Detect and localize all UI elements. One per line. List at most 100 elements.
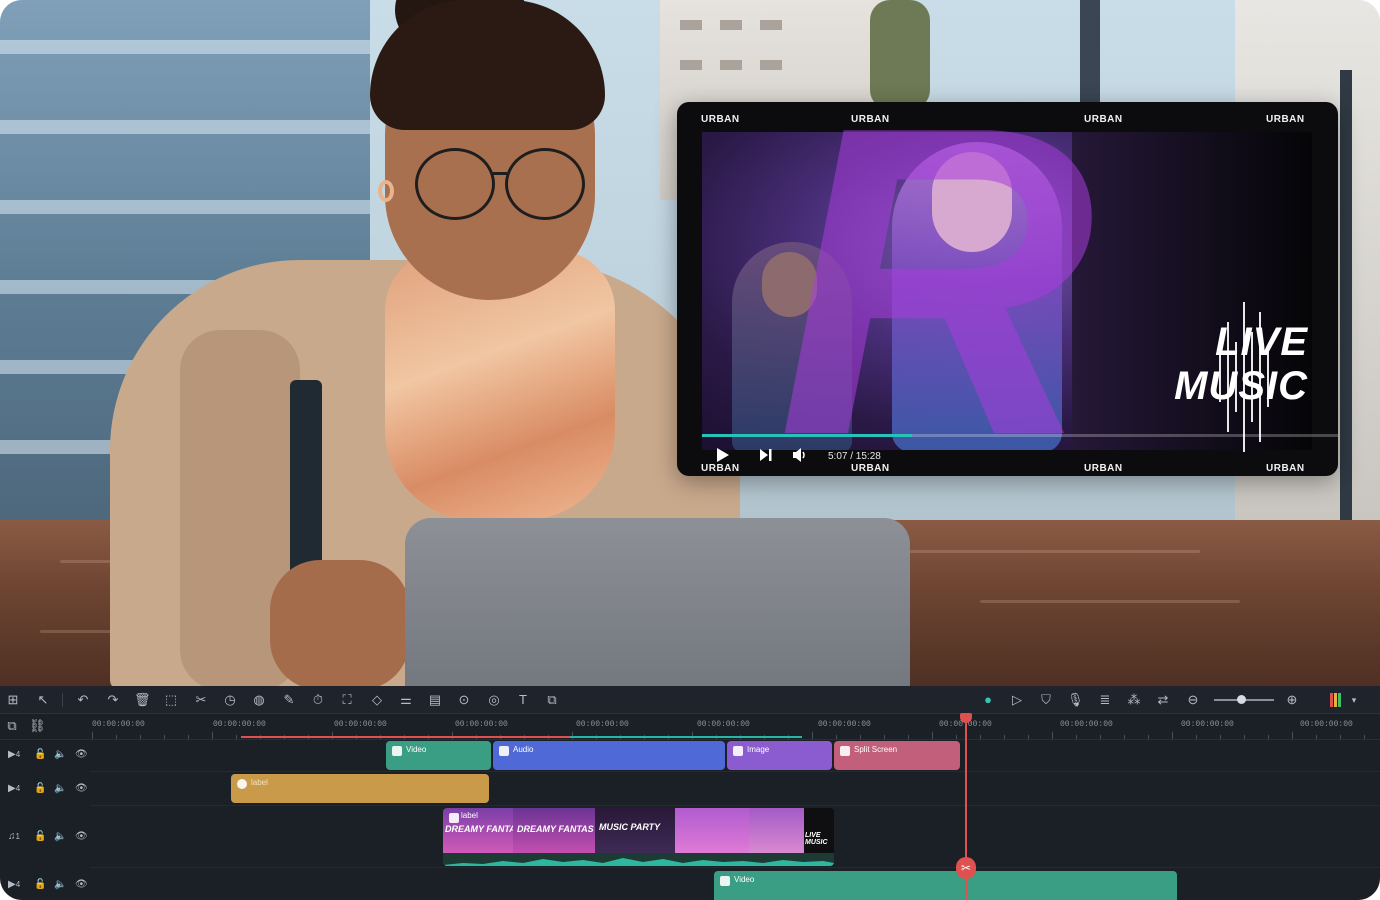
adjust-icon[interactable]: ⚌ xyxy=(398,692,414,708)
ruler-label: 00:00:00:00 xyxy=(1300,720,1353,729)
sticker-clip-icon xyxy=(237,779,247,789)
ruler-label: 00:00:00:00 xyxy=(576,720,629,729)
lock-icon[interactable]: 🔓 xyxy=(34,831,46,843)
zoom-in-icon[interactable]: ⊕ xyxy=(1284,692,1300,708)
volume-icon[interactable] xyxy=(792,448,808,462)
keyframe-icon[interactable]: ◇ xyxy=(369,692,385,708)
laptop xyxy=(405,518,910,693)
video-clip-icon xyxy=(392,746,402,756)
timeline-toolbar: ⊞ ↖ ↶ ↷ 🗑 ⬚ ✂ ◷ ◍ ✎ ⏱ ⛶ ◇ ⚌ ▤ ⊙ ◎ T ⧉ ● … xyxy=(0,686,1380,714)
speaker-icon[interactable]: 🔈 xyxy=(54,831,66,843)
select-tool-icon[interactable]: ↖ xyxy=(35,692,51,708)
clip-video-bottom[interactable]: Video xyxy=(714,871,1177,900)
ruler-label: 00:00:00:00 xyxy=(334,720,387,729)
text-icon[interactable]: T xyxy=(515,692,531,708)
play-icon[interactable] xyxy=(715,447,731,463)
thumbnail xyxy=(675,808,749,853)
speed-icon[interactable]: ◷ xyxy=(222,692,238,708)
mic-icon[interactable]: 🎙 xyxy=(1067,692,1084,708)
redo-icon[interactable]: ↷ xyxy=(105,692,121,708)
headline-line1: LIVE xyxy=(1215,320,1308,364)
snap-icon[interactable]: ⁂ xyxy=(1126,692,1142,708)
zoom-slider-knob[interactable] xyxy=(1237,695,1246,704)
clip-video[interactable]: Video xyxy=(386,741,491,770)
headline-line2: MUSIC xyxy=(1174,364,1308,408)
add-track-icon[interactable]: ⧉ xyxy=(4,718,20,734)
video-clip-icon xyxy=(720,876,730,886)
brand-text: URBAN xyxy=(1084,463,1123,474)
brand-text: URBAN xyxy=(851,463,890,474)
scissors-icon[interactable]: ✂ xyxy=(956,857,976,879)
track-header-3: ♫1 🔓 🔈 👁 xyxy=(0,823,90,853)
video-player[interactable]: URBAN URBAN URBAN URBAN R LIVE MUSIC 5:0… xyxy=(677,102,1338,476)
split-screen-clip-icon xyxy=(840,746,850,756)
audio-list-icon[interactable]: ≣ xyxy=(1097,692,1113,708)
clip-label-track[interactable]: label xyxy=(231,774,489,803)
color-icon[interactable]: ◍ xyxy=(251,692,267,708)
lock-icon[interactable]: 🔓 xyxy=(34,749,46,761)
speaker-icon[interactable]: 🔈 xyxy=(54,783,66,795)
earring xyxy=(378,180,394,202)
skip-next-icon[interactable] xyxy=(758,448,774,462)
ai-text-icon[interactable]: ⧉ xyxy=(544,692,560,708)
video-track-icon: ▶4 xyxy=(8,749,21,760)
audio-track-icon: ♫1 xyxy=(8,831,20,842)
thumbnail: DREAMY FANTAS xyxy=(513,808,595,853)
clip-split-screen[interactable]: Split Screen xyxy=(834,741,960,770)
link-icon[interactable]: ⛓ xyxy=(29,718,46,734)
video-track-icon: ▶4 xyxy=(8,783,21,794)
edit-icon[interactable]: ✎ xyxy=(281,692,297,708)
stabilize-icon[interactable]: ◎ xyxy=(486,692,502,708)
progress-fill xyxy=(702,434,912,437)
replace-icon[interactable]: ⇄ xyxy=(1155,692,1171,708)
track-header-1: ▶4 🔓 🔈 👁 xyxy=(0,741,90,771)
play-range-icon[interactable]: ▷ xyxy=(1009,692,1025,708)
audio-waveform xyxy=(443,853,834,866)
ruler-label: 00:00:00:00 xyxy=(1060,720,1113,729)
thumbnail: MUSIC PARTY xyxy=(595,808,675,853)
timer-icon[interactable]: ⏱ xyxy=(310,692,326,708)
shield-icon[interactable]: ⛉ xyxy=(1038,692,1054,708)
speaker-icon[interactable]: 🔈 xyxy=(54,879,66,891)
ruler-label: 00:00:00:00 xyxy=(818,720,871,729)
live-music-title: LIVE MUSIC xyxy=(1174,320,1308,408)
clip-label: Split Screen xyxy=(854,745,898,754)
image-clip-icon xyxy=(733,746,743,756)
thumbnail: LIVE MUSIC xyxy=(804,808,834,853)
clip-label: label xyxy=(251,778,268,787)
ruler-label: 00:00:00:00 xyxy=(697,720,750,729)
speaker-icon[interactable]: 🔈 xyxy=(54,749,66,761)
eye-icon[interactable]: 👁 xyxy=(75,749,88,761)
layout-icon[interactable]: ⊞ xyxy=(5,692,21,708)
clip-filmstrip[interactable]: DREAMY FANTAS DREAMY FANTAS MUSIC PARTY … xyxy=(443,808,834,866)
thumbnail xyxy=(749,808,804,853)
brand-text: URBAN xyxy=(701,114,740,125)
ruler-label: 00:00:00:00 xyxy=(1181,720,1234,729)
brand-text: URBAN xyxy=(1266,114,1305,125)
clip-label: Audio xyxy=(513,745,534,754)
more-icon[interactable]: ▾ xyxy=(1346,692,1362,708)
eye-icon[interactable]: 👁 xyxy=(75,783,88,795)
progress-bar[interactable] xyxy=(702,434,1338,437)
render-icon[interactable]: ● xyxy=(980,692,996,708)
ruler-label: 00:00:00:00 xyxy=(213,720,266,729)
clip-image[interactable]: Image xyxy=(727,741,832,770)
split-audio-icon[interactable]: ▤ xyxy=(427,692,443,708)
auto-icon[interactable]: ⊙ xyxy=(456,692,472,708)
lock-icon[interactable]: 🔓 xyxy=(34,783,46,795)
eye-icon[interactable]: 👁 xyxy=(75,879,88,891)
lock-icon[interactable]: 🔓 xyxy=(34,879,46,891)
zoom-out-icon[interactable]: ⊖ xyxy=(1185,692,1201,708)
eye-icon[interactable]: 👁 xyxy=(75,831,88,843)
clip-label: Video xyxy=(406,745,427,754)
fit-icon[interactable]: ⛶ xyxy=(339,692,355,708)
undo-icon[interactable]: ↶ xyxy=(75,692,91,708)
clip-audio[interactable]: Audio xyxy=(493,741,725,770)
crop-icon[interactable]: ⬚ xyxy=(163,692,179,708)
cut-icon[interactable]: ✂ xyxy=(193,692,209,708)
track-header-4: ▶4 🔓 🔈 👁 xyxy=(0,871,90,900)
clip-label: Image xyxy=(747,745,770,754)
delete-icon[interactable]: 🗑 xyxy=(134,692,151,708)
letter-r-graphic: R xyxy=(777,102,1095,476)
time-display: 5:07 / 15:28 xyxy=(828,451,881,462)
